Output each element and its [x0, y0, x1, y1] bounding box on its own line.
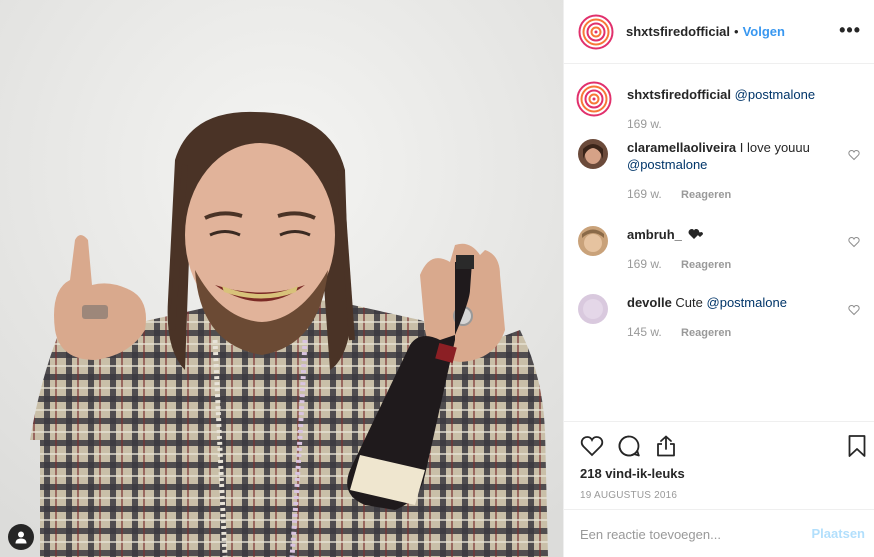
caption-time[interactable]: 169 w.: [627, 117, 662, 131]
black-heart-icon: [688, 229, 703, 239]
comment-avatar[interactable]: [578, 226, 608, 256]
user-icon: [15, 531, 27, 544]
comment-text: Cute: [675, 295, 703, 310]
comment-meta: 169 w. Reageren: [627, 186, 837, 204]
comment-text: I love youuu: [739, 140, 810, 155]
caption-body: shxtsfiredofficial @postmalone 169 w.: [627, 82, 837, 133]
comment-time[interactable]: 169 w.: [627, 187, 662, 201]
comment-username[interactable]: claramellaoliveira: [627, 140, 736, 155]
post-comment-button[interactable]: Plaatsen: [812, 526, 865, 541]
comment-bubble-icon[interactable]: [617, 434, 641, 458]
heart-icon[interactable]: [848, 236, 860, 248]
heart-icon[interactable]: [848, 149, 860, 161]
likes-count[interactable]: 218 vind-ik-leuks: [580, 466, 685, 481]
more-horizontal-icon[interactable]: •••: [839, 21, 861, 39]
bookmark-icon[interactable]: [845, 434, 869, 458]
share-icon[interactable]: [654, 434, 678, 458]
instagram-post-view: shxtsfiredofficial • Volgen ••• shxtsfir…: [0, 0, 874, 557]
profile-avatar[interactable]: [578, 14, 614, 50]
caption-meta: 169 w.: [627, 116, 837, 133]
follow-button[interactable]: Volgen: [743, 24, 785, 39]
comment-time[interactable]: 169 w.: [627, 257, 662, 271]
like-heart-icon[interactable]: [580, 434, 604, 458]
photo-illustration: [0, 0, 563, 557]
post-header: shxtsfiredofficial • Volgen •••: [564, 0, 874, 64]
reply-button[interactable]: Reageren: [681, 259, 731, 271]
tagged-users-button[interactable]: [8, 524, 34, 550]
comment-mention[interactable]: @postmalone: [627, 157, 707, 172]
caption-avatar[interactable]: [576, 81, 612, 117]
comment-body: ambruh_ 169 w. Reageren: [627, 226, 837, 274]
reply-button[interactable]: Reageren: [681, 327, 731, 339]
comment-username[interactable]: devolle: [627, 295, 672, 310]
comment-body: devolle Cute @postmalone 145 w. Reageren: [627, 294, 837, 342]
post-details-panel: shxtsfiredofficial • Volgen ••• shxtsfir…: [563, 0, 874, 557]
comment-avatar[interactable]: [578, 294, 608, 324]
post-actions: 218 vind-ik-leuks 19 AUGUSTUS 2016: [564, 421, 874, 509]
comment-meta: 145 w. Reageren: [627, 324, 837, 342]
post-photo[interactable]: [0, 0, 563, 557]
comment-meta: 169 w. Reageren: [627, 256, 837, 274]
comment-time[interactable]: 145 w.: [627, 325, 662, 339]
caption-mention[interactable]: @postmalone: [735, 87, 815, 102]
comment-body: claramellaoliveira I love youuu @postmal…: [627, 139, 837, 204]
comment-input[interactable]: [580, 524, 800, 544]
comment-username[interactable]: ambruh_: [627, 227, 682, 242]
caption-username[interactable]: shxtsfiredofficial: [627, 87, 731, 102]
comment-avatar[interactable]: [578, 139, 608, 169]
author-username[interactable]: shxtsfiredofficial: [626, 24, 730, 39]
comment-mention[interactable]: @postmalone: [707, 295, 787, 310]
post-date[interactable]: 19 AUGUSTUS 2016: [580, 490, 677, 501]
add-comment-form: Plaatsen: [564, 509, 874, 557]
heart-icon[interactable]: [848, 304, 860, 316]
comments-list: shxtsfiredofficial @postmalone 169 w. cl…: [564, 65, 874, 421]
reply-button[interactable]: Reageren: [681, 189, 731, 201]
separator-dot: •: [734, 24, 739, 39]
